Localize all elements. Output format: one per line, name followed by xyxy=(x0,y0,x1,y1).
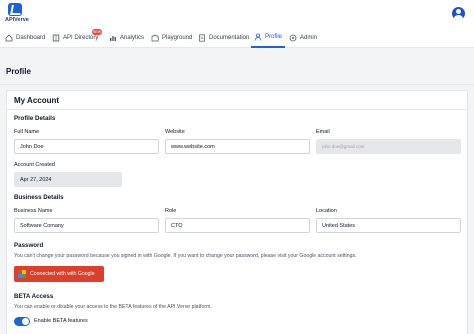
role-label: Role xyxy=(165,208,177,214)
tab-label: Admin xyxy=(300,35,318,41)
tab-admin[interactable]: Admin xyxy=(289,28,317,48)
location-label: Location xyxy=(316,208,337,214)
website-field[interactable]: www.website.com xyxy=(165,139,310,154)
card-divider xyxy=(6,109,468,110)
user-icon xyxy=(254,33,262,41)
email-field: john.doe@gmail.com xyxy=(316,139,461,154)
google-button-label: Connected with with Google xyxy=(30,271,95,277)
user-avatar[interactable] xyxy=(452,7,465,20)
bar-chart-icon xyxy=(109,34,117,42)
page-title: Profile xyxy=(6,67,31,76)
beta-toggle[interactable] xyxy=(14,317,30,326)
profile-details-heading: Profile Details xyxy=(14,115,56,122)
tab-label: Profile xyxy=(265,34,283,40)
main-nav: Dashboard API Directory NEW Analytics Pl… xyxy=(0,28,474,48)
tab-label: Documentation xyxy=(209,35,250,41)
account-created-label: Account Created xyxy=(14,162,55,168)
page-header: Profile xyxy=(0,62,474,84)
account-created-field: Apr 27, 2024 xyxy=(14,172,122,187)
beta-heading: BETA Access xyxy=(14,293,54,300)
role-field[interactable]: CTO xyxy=(165,218,310,233)
website-label: Website xyxy=(165,129,185,135)
logo-mark-icon xyxy=(8,3,22,16)
home-icon xyxy=(5,34,13,42)
location-field[interactable]: United States xyxy=(316,218,461,233)
password-note: You can't change your password because y… xyxy=(14,253,357,259)
tab-label: Playground xyxy=(162,35,193,41)
top-bar: APIVerve xyxy=(0,0,474,28)
tab-label: API Directory xyxy=(63,35,99,41)
tab-profile[interactable]: Profile xyxy=(251,28,286,48)
my-account-heading: My Account xyxy=(14,96,60,105)
full-name-field[interactable]: John Doe xyxy=(14,139,159,154)
full-name-label: Full Name xyxy=(14,129,40,135)
shield-icon xyxy=(289,34,297,42)
business-details-heading: Business Details xyxy=(14,194,64,201)
header-divider xyxy=(0,84,474,85)
google-icon xyxy=(18,270,26,278)
tab-label: Dashboard xyxy=(16,35,46,41)
tab-dashboard[interactable]: Dashboard xyxy=(5,28,45,48)
beta-toggle-label: Enable BETA features xyxy=(34,318,88,324)
tab-documentation[interactable]: Documentation xyxy=(198,28,249,48)
tab-analytics[interactable]: Analytics xyxy=(109,28,144,48)
tab-label: Analytics xyxy=(120,35,145,41)
google-connect-button[interactable]: Connected with with Google xyxy=(14,266,104,282)
email-label: Email xyxy=(316,129,330,135)
beta-note: You can enable or disable your access to… xyxy=(14,304,212,310)
account-card xyxy=(6,90,468,334)
logo-text: APIVerve xyxy=(5,17,29,23)
business-name-field[interactable]: Software Comany xyxy=(14,218,159,233)
document-icon xyxy=(198,34,206,42)
apiverve-logo[interactable]: APIVerve xyxy=(4,3,29,25)
book-icon xyxy=(52,34,60,42)
puzzle-icon xyxy=(151,34,159,42)
password-heading: Password xyxy=(14,242,44,249)
business-name-label: Business Name xyxy=(14,208,53,214)
new-badge: NEW xyxy=(92,29,102,35)
tab-playground[interactable]: Playground xyxy=(151,28,192,48)
